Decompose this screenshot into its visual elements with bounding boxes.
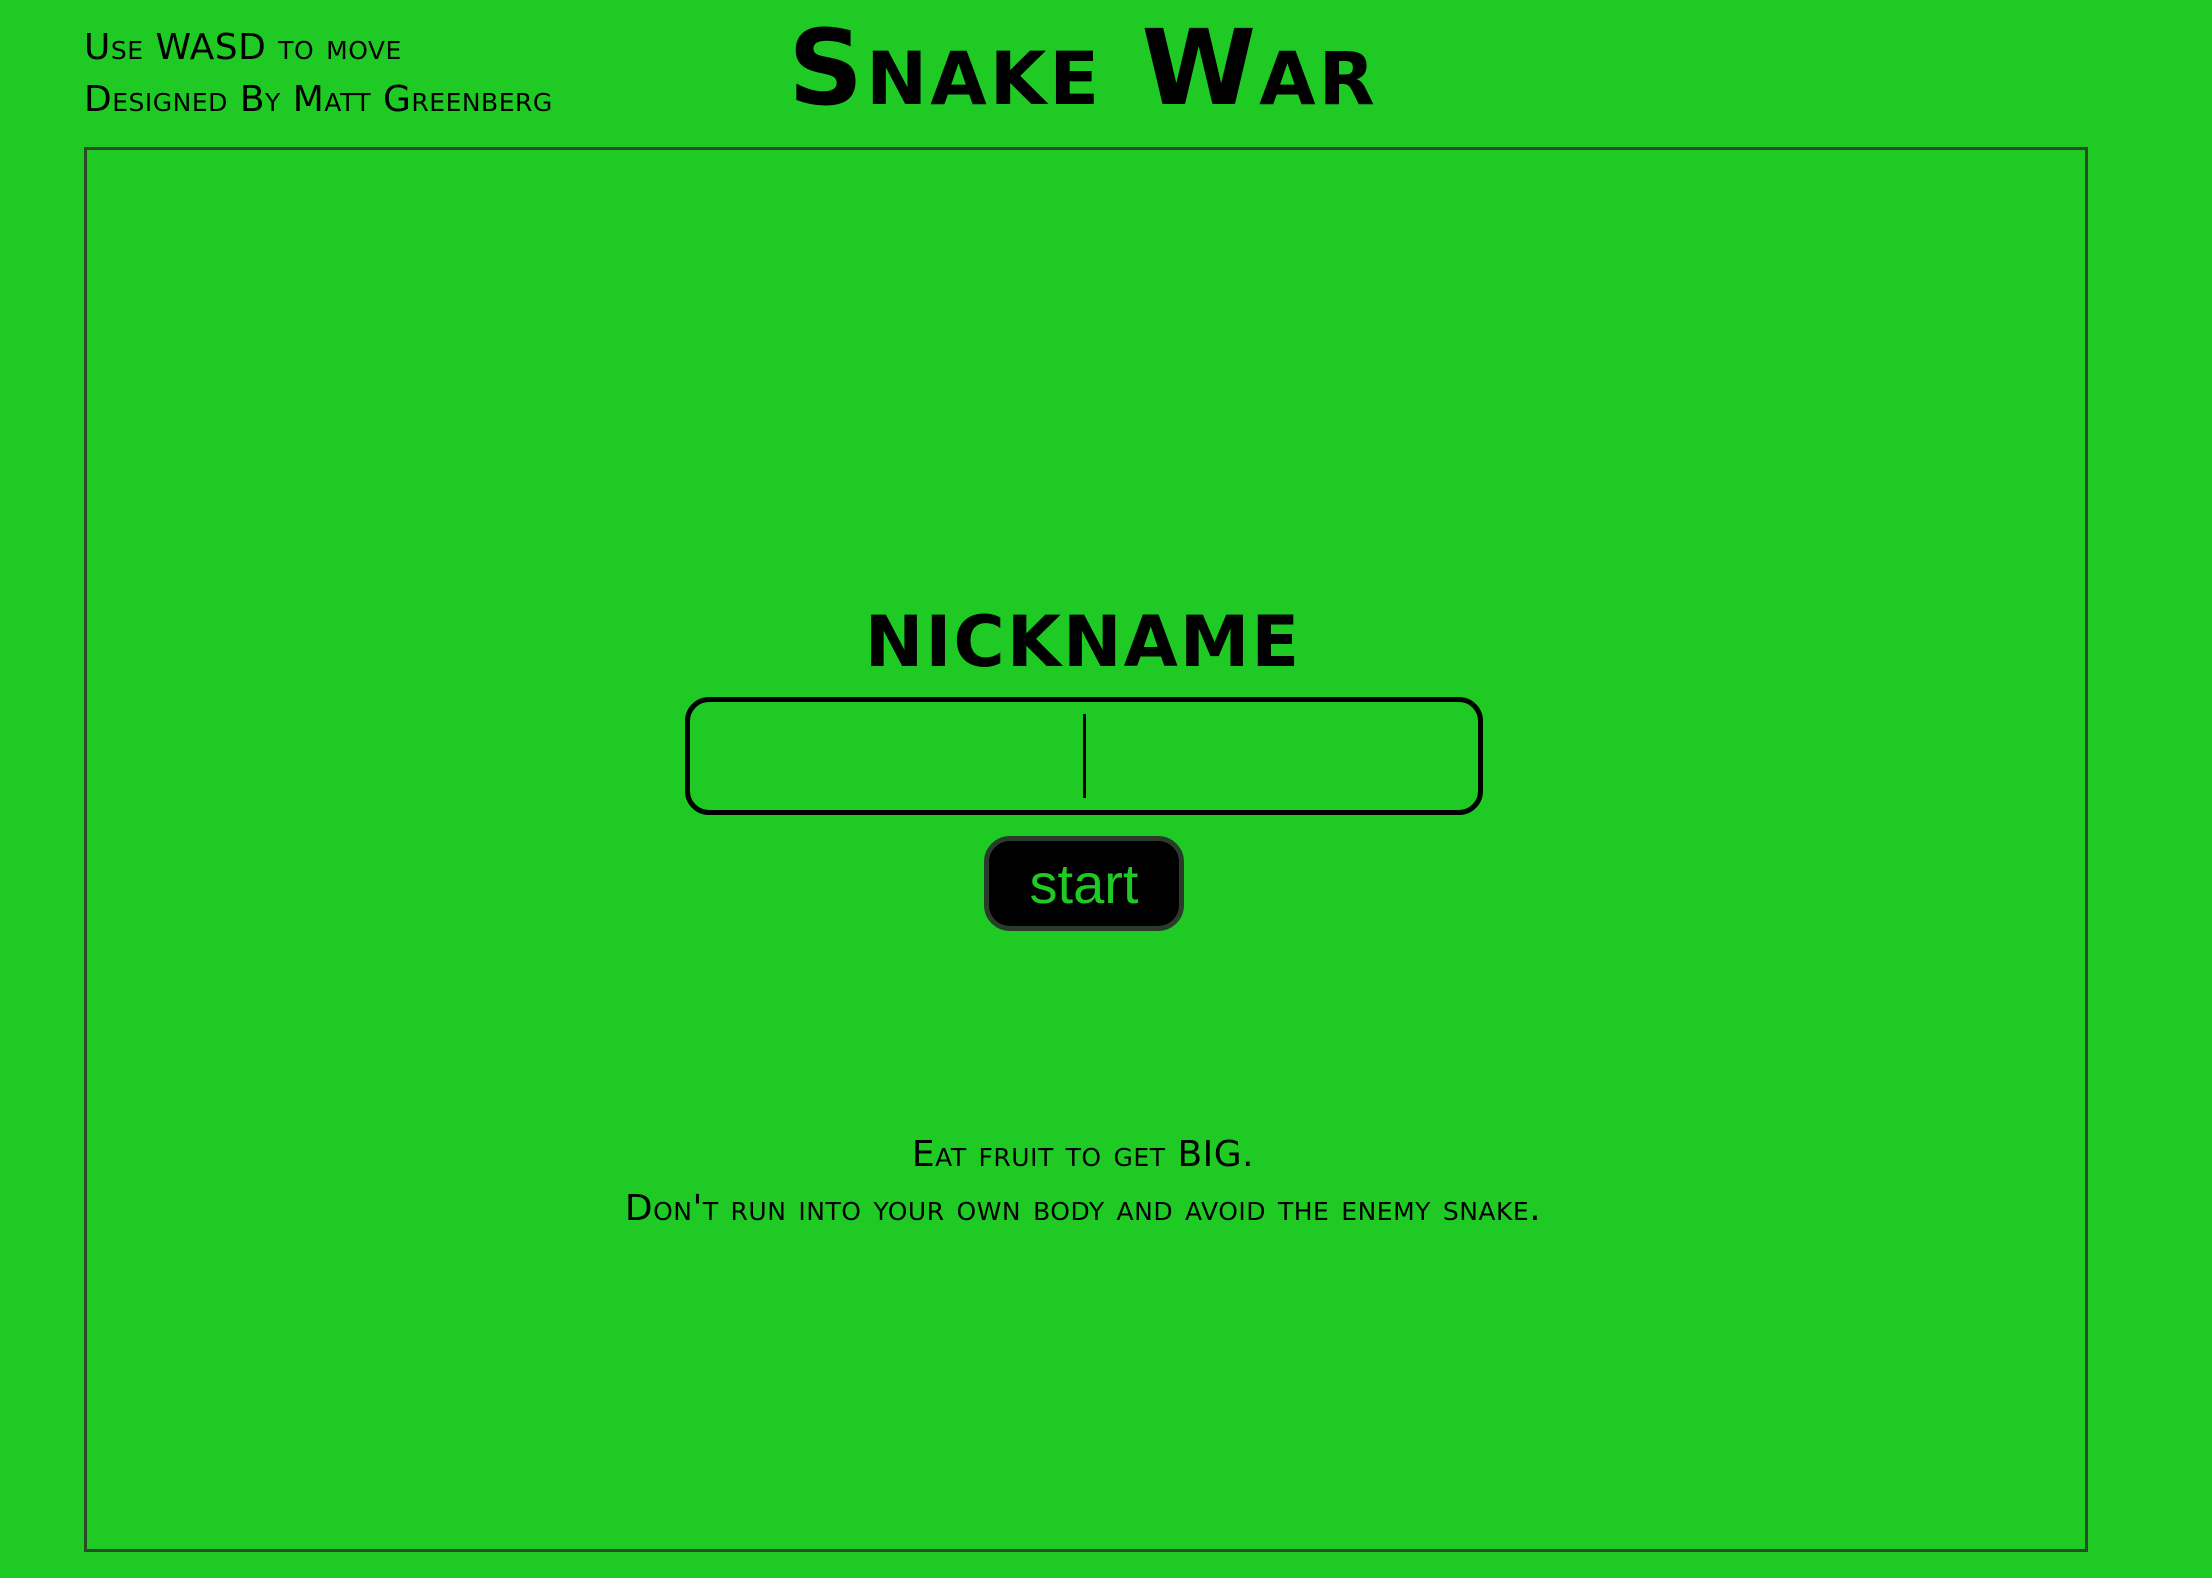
text-cursor [1083,714,1086,798]
game-rules: Eat fruit to get BIG. Don't run into you… [0,1128,2166,1236]
rules-line-eat: Eat fruit to get BIG. [911,1134,1255,1175]
rules-line-avoid: Don't run into your own body and avoid t… [624,1188,1542,1229]
nickname-label: NICKNAME [864,601,1302,683]
start-button[interactable]: start [984,836,1184,931]
game-title: Snake War [788,7,1378,129]
